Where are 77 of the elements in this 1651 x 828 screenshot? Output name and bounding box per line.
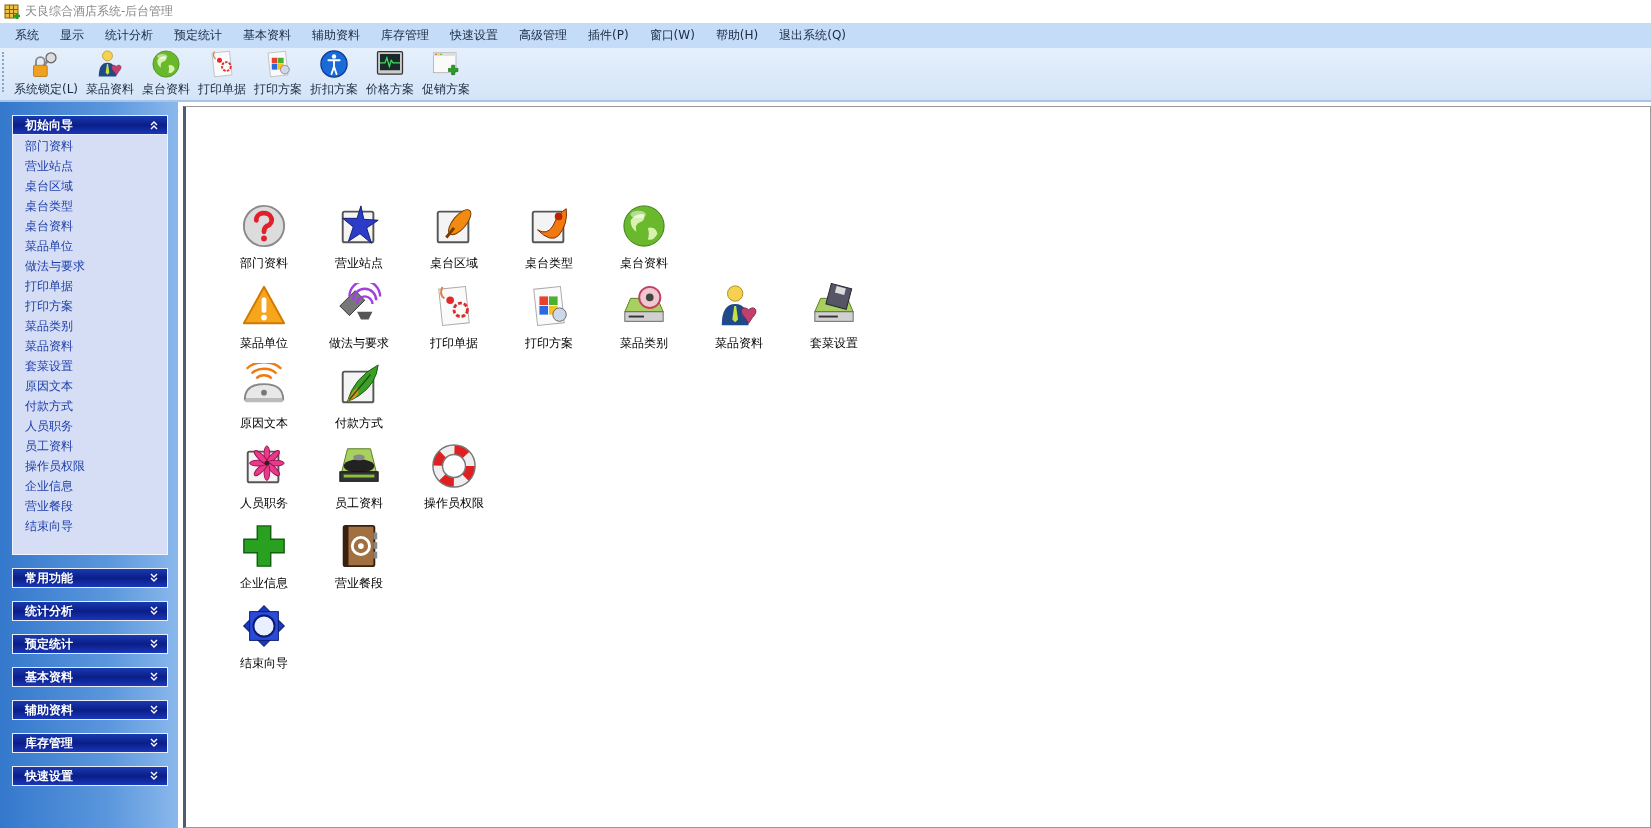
section-header[interactable]: 预定统计 xyxy=(12,634,168,654)
menu-item[interactable]: 系统 xyxy=(4,27,49,44)
toolbar-button[interactable]: 系统锁定(L) xyxy=(10,49,83,98)
sidebar-item[interactable]: 操作员权限 xyxy=(13,456,167,476)
launcher-item[interactable]: 部门资料 xyxy=(216,203,311,283)
launcher-item[interactable]: 员工资料 xyxy=(311,443,406,523)
toolbar-button[interactable]: 打印单据 xyxy=(194,49,251,98)
section-header[interactable]: 统计分析 xyxy=(12,601,168,621)
menu-item[interactable]: 退出系统(Q) xyxy=(768,27,857,44)
section-header[interactable]: 初始向导 xyxy=(12,115,168,135)
launcher-item[interactable]: 原因文本 xyxy=(216,363,311,443)
launcher-item[interactable]: 付款方式 xyxy=(311,363,406,443)
sidebar-item[interactable]: 打印单据 xyxy=(13,276,167,296)
sidebar-item[interactable]: 菜品资料 xyxy=(13,336,167,356)
sidebar-item[interactable]: 桌台区域 xyxy=(13,176,167,196)
launcher-item[interactable]: 菜品资料 xyxy=(691,283,786,363)
lifebuoy-icon xyxy=(430,443,477,489)
globe-icon xyxy=(620,203,667,249)
sidebar-item[interactable]: 做法与要求 xyxy=(13,256,167,276)
sidebar-item[interactable]: 付款方式 xyxy=(13,396,167,416)
sidebar-item[interactable]: 套菜设置 xyxy=(13,356,167,376)
globe-icon xyxy=(151,49,182,79)
sidebar-item[interactable]: 打印方案 xyxy=(13,296,167,316)
section-header[interactable]: 常用功能 xyxy=(12,568,168,588)
menu-item[interactable]: 窗口(W) xyxy=(638,27,705,44)
launcher-item[interactable]: 桌台区域 xyxy=(406,203,501,283)
launcher-item[interactable]: 结束向导 xyxy=(216,603,311,683)
person-circle-icon xyxy=(319,49,350,79)
section-header[interactable]: 快速设置 xyxy=(12,766,168,786)
launcher-item[interactable]: 打印方案 xyxy=(501,283,596,363)
section-header[interactable]: 库存管理 xyxy=(12,733,168,753)
toolbar-button[interactable]: 折扣方案 xyxy=(306,49,363,98)
sidebar-item[interactable]: 桌台资料 xyxy=(13,216,167,236)
launcher-item[interactable]: 桌台资料 xyxy=(596,203,691,283)
launcher-item[interactable]: 桌台类型 xyxy=(501,203,596,283)
toolbar-button[interactable]: 桌台资料 xyxy=(138,49,195,98)
toolbar-button[interactable]: 打印方案 xyxy=(250,49,307,98)
sidebar-item[interactable]: 菜品单位 xyxy=(13,236,167,256)
question-mark-icon xyxy=(240,203,287,249)
sidebar-item[interactable]: 人员职务 xyxy=(13,416,167,436)
app-icon xyxy=(4,3,20,20)
sidebar-item[interactable]: 营业餐段 xyxy=(13,496,167,516)
launcher-item[interactable]: 做法与要求 xyxy=(311,283,406,363)
menu-item[interactable]: 帮助(H) xyxy=(704,27,769,44)
plus-icon xyxy=(240,523,287,569)
launcher-item[interactable]: 企业信息 xyxy=(216,523,311,603)
launcher-item[interactable]: 营业站点 xyxy=(311,203,406,283)
launcher-item[interactable]: 操作员权限 xyxy=(406,443,501,523)
menu-item[interactable]: 预定统计 xyxy=(163,27,232,44)
launcher-item[interactable]: 打印单据 xyxy=(406,283,501,363)
sidebar-item[interactable]: 部门资料 xyxy=(13,136,167,156)
section-header[interactable]: 辅助资料 xyxy=(12,700,168,720)
launcher-item[interactable]: 套菜设置 xyxy=(786,283,881,363)
menu-item[interactable]: 显示 xyxy=(49,27,94,44)
menu-item[interactable]: 统计分析 xyxy=(94,27,163,44)
launcher-item[interactable]: 人员职务 xyxy=(216,443,311,523)
launcher-item[interactable]: 菜品单位 xyxy=(216,283,311,363)
sidebar-item[interactable]: 营业站点 xyxy=(13,156,167,176)
toolbar-button[interactable]: 促销方案 xyxy=(418,49,475,98)
sidebar-item[interactable]: 菜品类别 xyxy=(13,316,167,336)
toolbar-button[interactable]: 价格方案 xyxy=(362,49,419,98)
menu-item[interactable]: 插件(P) xyxy=(577,27,639,44)
menu-item[interactable]: 基本资料 xyxy=(232,27,301,44)
launcher-item[interactable]: 菜品类别 xyxy=(596,283,691,363)
menu-item[interactable]: 辅助资料 xyxy=(301,27,370,44)
sidebar-item[interactable]: 企业信息 xyxy=(13,476,167,496)
sidebar-item[interactable]: 原因文本 xyxy=(13,376,167,396)
menu-item[interactable]: 高级管理 xyxy=(508,27,577,44)
sidebar-item[interactable]: 员工资料 xyxy=(13,436,167,456)
sidebar-item[interactable]: 桌台类型 xyxy=(13,196,167,216)
section-header[interactable]: 基本资料 xyxy=(12,667,168,687)
launcher-item[interactable]: 营业餐段 xyxy=(311,523,406,603)
window-title: 天良综合酒店系统-后台管理 xyxy=(25,3,174,20)
sidebar-item[interactable]: 结束向导 xyxy=(13,516,167,536)
menu-item[interactable]: 快速设置 xyxy=(439,27,508,44)
toolbar-button[interactable]: 菜品资料 xyxy=(82,49,139,98)
menu-item[interactable]: 库存管理 xyxy=(370,27,439,44)
